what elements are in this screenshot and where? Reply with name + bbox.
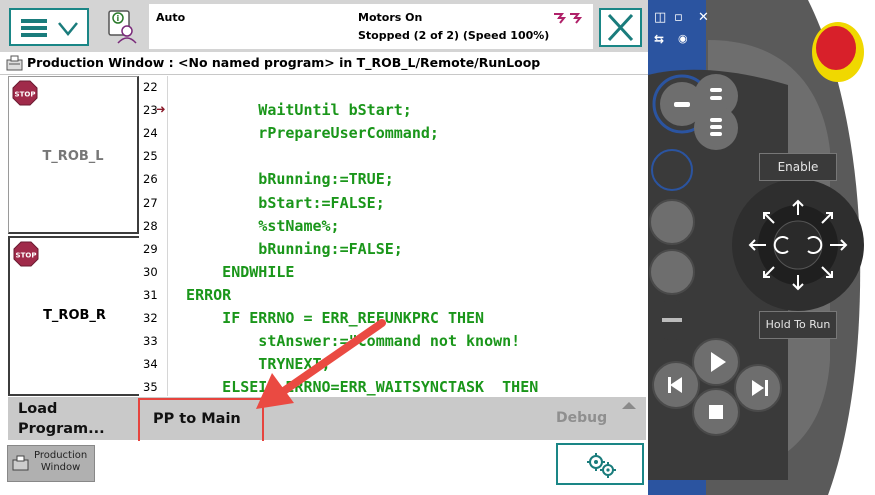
code-line[interactable]: bRunning:=FALSE; xyxy=(168,240,403,258)
task-label-t-rob-l: T_ROB_L xyxy=(42,149,104,164)
svg-text:i: i xyxy=(117,14,120,23)
chevron-down-icon xyxy=(58,22,78,36)
task-pane-t-rob-l[interactable]: STOP T_ROB_L xyxy=(8,76,139,234)
joystick-arrows-icon xyxy=(748,199,848,291)
production-window-icon xyxy=(12,455,29,471)
flexpendant-panel: ◫ ▫ ✕ ⇆ ◉ Enable Hold To Run xyxy=(648,0,875,495)
gears-icon xyxy=(587,453,616,478)
load-program-button[interactable]: Load Program... xyxy=(18,399,105,439)
minimize-icon[interactable]: ▫ xyxy=(674,10,683,25)
hamburger-menu-icon xyxy=(21,19,47,37)
mechanical-unit-button[interactable] xyxy=(652,150,692,190)
line-number: 26 xyxy=(143,172,158,187)
task-label-t-rob-r: T_ROB_R xyxy=(43,308,106,323)
line-number: 35 xyxy=(143,380,158,395)
execution-state: Stopped (2 of 2) (Speed 100%) xyxy=(358,29,550,42)
enable-button[interactable]: Enable xyxy=(759,153,837,181)
code-line[interactable]: rPrepareUserCommand; xyxy=(168,124,439,142)
task-pane-t-rob-r[interactable]: STOP T_ROB_R xyxy=(8,236,139,396)
code-line[interactable]: ENDWHILE xyxy=(168,263,294,281)
code-line[interactable]: ERROR xyxy=(168,286,231,304)
pp-to-main-highlight xyxy=(138,398,264,446)
close-icon xyxy=(607,13,634,42)
step-forward-button[interactable] xyxy=(735,365,781,411)
line-number: 28 xyxy=(143,218,158,233)
line-number: 22 xyxy=(143,80,158,94)
stop-icon: STOP xyxy=(13,241,39,267)
motors-state: Motors On xyxy=(358,11,423,24)
line-number: 29 xyxy=(143,241,158,256)
line-number: 32 xyxy=(143,311,158,325)
pendant-key-3-button[interactable] xyxy=(694,106,738,150)
increment-button[interactable] xyxy=(650,250,694,294)
event-log-button[interactable]: i xyxy=(98,5,146,47)
camera-icon[interactable]: ◉ xyxy=(678,32,688,45)
line-number: 27 xyxy=(143,195,158,210)
quickset-button[interactable] xyxy=(556,443,644,485)
line-number: 33 xyxy=(143,334,158,349)
rapid-code-editor[interactable]: WaitUntil bStart; rPrepareUserCommand; b… xyxy=(168,76,646,396)
svg-text:STOP: STOP xyxy=(16,252,37,260)
line-number: 24 xyxy=(143,126,158,141)
step-backward-button[interactable] xyxy=(653,362,699,408)
line-number: 25 xyxy=(143,149,158,164)
event-log-info-icon: i xyxy=(108,10,137,44)
production-window-tab-label: Production xyxy=(34,450,88,461)
line-number-gutter: 22 23 ➜ 24 25 26 27 28 29 30 31 32 33 34 35 xyxy=(139,76,168,396)
stop-button[interactable] xyxy=(693,389,739,435)
production-window-tab[interactable]: Production Window xyxy=(7,445,95,482)
line-number: 34 xyxy=(143,357,158,372)
robot-axes-icon xyxy=(554,13,583,24)
line-number: 31 xyxy=(143,287,158,302)
window-title: Production Window : <No named program> i… xyxy=(27,55,541,70)
line-number: 30 xyxy=(143,264,158,279)
task-bar xyxy=(0,441,648,495)
program-pointer-arrow-icon: ➜ xyxy=(156,102,166,117)
production-window-icon xyxy=(6,55,23,71)
svg-text:STOP: STOP xyxy=(15,91,36,99)
stop-icon: STOP xyxy=(12,80,38,106)
debug-button[interactable]: Debug xyxy=(556,410,607,426)
motion-mode-button[interactable] xyxy=(650,200,694,244)
code-line[interactable]: WaitUntil bStart; xyxy=(168,101,412,119)
status-panel[interactable]: Auto Motors On Stopped (2 of 2) (Speed 1… xyxy=(149,4,593,49)
hold-to-run-button[interactable]: Hold To Run xyxy=(759,311,837,339)
code-line[interactable]: %stName%; xyxy=(168,217,339,235)
toggle-button[interactable] xyxy=(652,300,692,340)
emergency-stop-button[interactable] xyxy=(808,24,864,80)
window-title-bar: Production Window : <No named program> i… xyxy=(0,52,648,75)
toolbar-scroll-up-icon[interactable] xyxy=(622,402,636,409)
pendant-close-icon[interactable]: ✕ xyxy=(698,10,709,25)
swap-icon[interactable]: ⇆ xyxy=(654,32,664,46)
operating-mode: Auto xyxy=(156,11,186,24)
code-line[interactable]: bStart:=FALSE; xyxy=(168,194,384,212)
start-button[interactable] xyxy=(693,339,739,385)
close-window-button[interactable] xyxy=(599,8,642,47)
main-menu-button[interactable] xyxy=(9,8,89,46)
restore-icon[interactable]: ◫ xyxy=(654,10,666,25)
code-line[interactable]: bRunning:=TRUE; xyxy=(168,170,393,188)
annotation-arrow-icon xyxy=(256,319,386,409)
